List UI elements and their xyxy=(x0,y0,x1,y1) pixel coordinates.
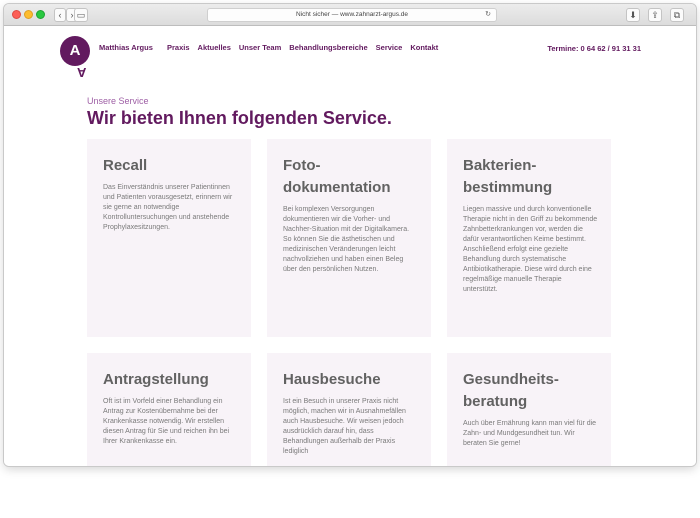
card-title: Foto-dokumentation xyxy=(283,157,391,196)
card-text: Bei komplexen Versorgungen dokumentieren… xyxy=(283,206,410,273)
card-title: Recall xyxy=(103,157,148,174)
url-text: Nicht sicher — www.zahnarzt-argus.de xyxy=(296,11,408,18)
reload-icon[interactable]: ↻ xyxy=(485,9,491,21)
nav-item-aktuelles[interactable]: Aktuelles xyxy=(198,43,231,52)
share-icon[interactable]: ⇪ xyxy=(648,8,662,22)
card-title: Hausbesuche xyxy=(283,371,381,388)
nav-item-kontakt[interactable]: Kontakt xyxy=(410,43,438,52)
phone-number[interactable]: Termine: 0 64 62 / 91 31 31 xyxy=(547,44,641,53)
close-window-button[interactable] xyxy=(12,10,21,19)
logo-icon[interactable]: A xyxy=(60,36,90,66)
service-card-hausbesuche: Hausbesuche Ist ein Besuch in unserer Pr… xyxy=(267,353,431,466)
nav-item-praxis[interactable]: Praxis xyxy=(167,43,190,52)
main-nav: Praxis Aktuelles Unser Team Behandlungsb… xyxy=(167,43,446,52)
nav-item-service[interactable]: Service xyxy=(376,43,403,52)
service-card-recall: Recall Das Einverständnis unserer Patien… xyxy=(87,139,251,337)
logo-mark-icon: A xyxy=(77,65,87,80)
card-text: Ist ein Besuch in unserer Praxis nicht m… xyxy=(283,398,406,455)
section-eyebrow: Unsere Service xyxy=(87,96,149,106)
card-text: Auch über Ernährung kann man viel für di… xyxy=(463,420,597,447)
brand-name[interactable]: Matthias Argus xyxy=(99,43,153,52)
card-title: Antragstellung xyxy=(103,371,209,388)
card-title: Bakterien-bestimmung xyxy=(463,157,553,196)
card-title: Gesundheits-beratung xyxy=(463,371,559,410)
nav-item-unser-team[interactable]: Unser Team xyxy=(239,43,281,52)
web-page: A A Matthias Argus Praxis Aktuelles Unse… xyxy=(4,26,696,466)
card-text: Oft ist im Vorfeld einer Behandlung ein … xyxy=(103,398,230,445)
sidebar-icon[interactable]: ▭ xyxy=(74,8,88,22)
service-card-fotodokumentation: Foto-dokumentation Bei komplexen Versorg… xyxy=(267,139,431,337)
service-card-gesundheitsberatung: Gesundheits-beratung Auch über Ernährung… xyxy=(447,353,611,466)
download-icon[interactable]: ⬇ xyxy=(626,8,640,22)
minimize-window-button[interactable] xyxy=(24,10,33,19)
nav-item-behandlungsbereiche[interactable]: Behandlungsbereiche xyxy=(289,43,367,52)
service-card-bakterienbestimmung: Bakterien-bestimmung Liegen massive und … xyxy=(447,139,611,337)
zoom-window-button[interactable] xyxy=(36,10,45,19)
service-card-antragstellung: Antragstellung Oft ist im Vorfeld einer … xyxy=(87,353,251,466)
card-text: Das Einverständnis unserer Patientinnen … xyxy=(103,184,233,231)
address-bar[interactable]: Nicht sicher — www.zahnarzt-argus.de ↻ xyxy=(207,8,497,22)
browser-window: ‹ › ▭ Nicht sicher — www.zahnarzt-argus.… xyxy=(4,4,696,466)
tabs-icon[interactable]: ⧉ xyxy=(670,8,684,22)
page-title: Wir bieten Ihnen folgenden Service. xyxy=(87,108,392,128)
browser-toolbar: ‹ › ▭ Nicht sicher — www.zahnarzt-argus.… xyxy=(4,4,696,26)
card-text: Liegen massive und durch konventionelle … xyxy=(463,206,598,293)
back-icon[interactable]: ‹ xyxy=(54,8,66,22)
